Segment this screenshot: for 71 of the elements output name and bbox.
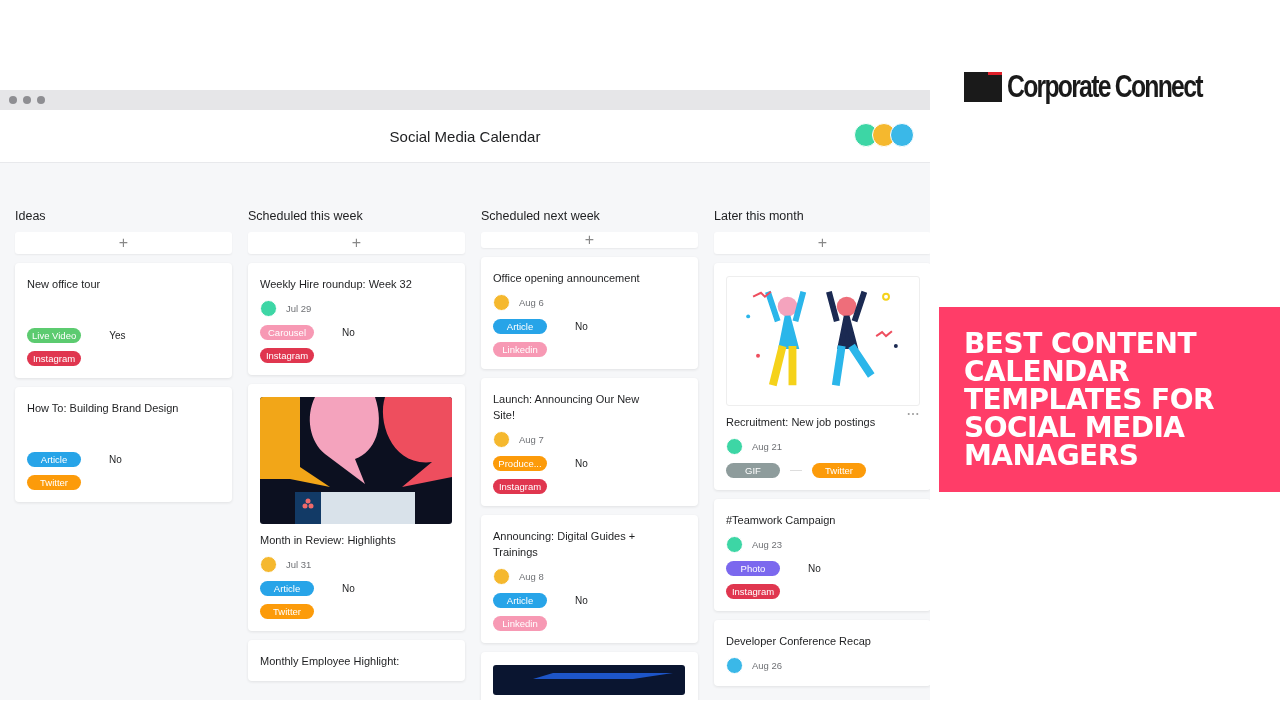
card-title: Launch: Announcing Our New Site! — [493, 392, 641, 423]
channel-tag: Linkedin — [493, 342, 547, 357]
column-title: Scheduled next week — [481, 209, 601, 223]
card-title: New office tour — [27, 277, 101, 292]
add-card-button[interactable]: + — [714, 232, 930, 254]
column-title: Scheduled this week — [248, 209, 364, 223]
add-card-button[interactable]: + — [481, 232, 698, 248]
channel-tag: Twitter — [812, 463, 866, 478]
channel-tag: Instagram — [493, 479, 547, 494]
page-title: Social Media Calendar — [389, 127, 541, 145]
approval-value: No — [342, 327, 355, 338]
channel-tag: Twitter — [260, 604, 314, 619]
task-card[interactable]: Monthly Employee Highlight: — [248, 640, 465, 681]
due-date: Jul 31 — [286, 559, 312, 570]
card-title: Monthly Employee Highlight: — [260, 654, 400, 669]
task-card[interactable]: Office opening announcement Aug 6 Article No Linkedin — [481, 257, 698, 369]
card-title: Announcing: Digital Guides + Trainings — [493, 529, 637, 560]
column-title: Ideas — [15, 209, 47, 223]
channel-tag: Linkedin — [493, 616, 547, 631]
card-title: Month in Review: Highlights — [260, 533, 396, 548]
approval-value: No — [575, 595, 588, 606]
avatar[interactable] — [890, 123, 914, 147]
due-date: Jul 29 — [286, 303, 312, 314]
due-date: Aug 23 — [752, 539, 783, 550]
card-title: #Teamwork Campaign — [726, 513, 836, 528]
card-title: Developer Conference Recap — [726, 634, 871, 649]
channel-tag: Instagram — [260, 348, 314, 363]
task-card[interactable]: Announcing: Digital Guides + Trainings Aug 8 Article No Linkedin — [481, 515, 698, 643]
task-card[interactable]: Month in Review: Highlights Jul 31 Article No Twitter — [248, 384, 465, 631]
channel-tag: Instagram — [726, 584, 780, 599]
approval-value: No — [575, 458, 588, 469]
due-date: Aug 26 — [752, 660, 783, 671]
card-title: How To: Building Brand Design — [27, 401, 179, 416]
approval-value: No — [342, 583, 355, 594]
task-card[interactable]: New office tour Live Video Yes Instagram — [15, 263, 232, 378]
more-options-icon[interactable] — [907, 412, 919, 416]
card-title: Weekly Hire roundup: Week 32 — [260, 277, 412, 292]
format-tag: Article — [493, 319, 547, 334]
format-tag: Photo — [726, 561, 780, 576]
add-card-button[interactable]: + — [15, 232, 232, 254]
format-tag: Article — [260, 581, 314, 596]
channel-tag: Instagram — [27, 351, 81, 366]
channel-tag: Twitter — [27, 475, 81, 490]
task-card[interactable]: Developer Conference Recap Aug 26 — [714, 620, 930, 686]
task-card[interactable]: #Teamwork Campaign Aug 23 Photo No Instagram — [714, 499, 930, 611]
format-tag: Live Video — [27, 328, 82, 343]
task-card[interactable]: How To: Building Brand Design Article No Twitter — [15, 387, 232, 502]
due-date: Aug 6 — [519, 297, 544, 308]
due-date: Aug 7 — [519, 434, 544, 445]
add-card-button[interactable]: + — [248, 232, 465, 254]
due-date: Aug 8 — [519, 571, 544, 582]
card-title: Recruitment: New job postings — [726, 415, 876, 430]
format-tag: Article — [493, 593, 547, 608]
approval-value: No — [575, 321, 588, 332]
brand-name: Corporate Connect — [1007, 69, 1202, 105]
banner-headline: BEST CONTENT CALENDAR TEMPLATES FOR SOCIAL MEDIA MANAGERS — [964, 329, 1216, 470]
approval-value: No — [808, 563, 821, 574]
approval-value: Yes — [109, 330, 126, 341]
due-date: Aug 21 — [752, 441, 783, 452]
format-tag: GIF — [726, 463, 780, 478]
approval-value: No — [109, 454, 122, 465]
format-tag: Produce... — [493, 456, 547, 471]
task-card[interactable] — [481, 652, 698, 700]
task-card[interactable]: Launch: Announcing Our New Site! Aug 7 Produce... No Instagram — [481, 378, 698, 506]
logo-mark-icon — [964, 72, 1002, 102]
format-tag: Carousel — [260, 325, 314, 340]
task-card[interactable]: Recruitment: New job postings Aug 21 GIF Twitter — [714, 263, 930, 490]
task-card[interactable]: Weekly Hire roundup: Week 32 Jul 29 Carousel No Instagram — [248, 263, 465, 375]
format-tag: Article — [27, 452, 81, 467]
column-title: Later this month — [714, 209, 805, 223]
card-title: Office opening announcement — [493, 271, 640, 286]
